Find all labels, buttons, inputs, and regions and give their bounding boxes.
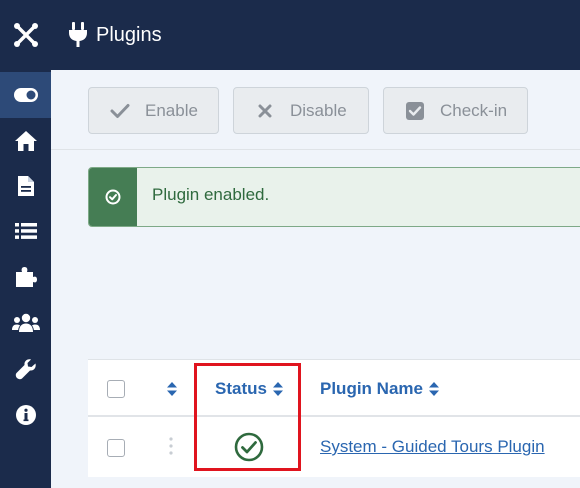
row-checkbox[interactable] (107, 439, 125, 457)
plugins-table: Status Plugin Name System - Guided Tours… (88, 359, 580, 477)
sidebar-item-help[interactable] (0, 392, 51, 438)
table-header: Status Plugin Name (88, 360, 580, 417)
plug-icon (69, 22, 87, 47)
select-all-checkbox[interactable] (107, 380, 125, 398)
wrench-icon (15, 359, 36, 380)
alert-icon-area (89, 168, 137, 226)
sidebar-item-home[interactable] (0, 118, 51, 164)
toolbar: Enable Disable Check-in (51, 70, 580, 150)
joomla-logo-icon[interactable] (0, 0, 51, 70)
close-icon (254, 101, 276, 121)
enable-button-label: Enable (145, 100, 198, 120)
info-icon (15, 405, 36, 425)
sort-icon (428, 381, 440, 397)
success-alert: Plugin enabled. (88, 167, 580, 227)
enable-button[interactable]: Enable (88, 87, 219, 134)
home-icon (14, 131, 37, 151)
file-icon (17, 176, 34, 196)
column-header-plugin-name-label: Plugin Name (320, 379, 423, 398)
checkbox-check-icon (404, 101, 426, 121)
sidebar-item-system[interactable] (0, 346, 51, 392)
sidebar-item-menus[interactable] (0, 208, 51, 254)
sidebar-item-components[interactable] (0, 254, 51, 300)
checkin-button-label: Check-in (440, 100, 508, 120)
users-icon (11, 313, 40, 332)
list-icon (14, 223, 37, 239)
disable-button[interactable]: Disable (233, 87, 369, 134)
sidebar-item-content[interactable] (0, 163, 51, 209)
checkin-button[interactable]: Check-in (383, 87, 528, 134)
sidebar-item-toggle-menu[interactable] (0, 72, 51, 118)
check-icon (109, 101, 131, 121)
table-row: System - Guided Tours Plugin (88, 419, 580, 477)
alert-message: Plugin enabled. (152, 185, 270, 204)
puzzle-icon (15, 267, 37, 287)
disable-button-label: Disable (290, 100, 347, 120)
page-header: Plugins (51, 0, 580, 70)
page-title: Plugins (96, 24, 162, 46)
plugin-name-link[interactable]: System - Guided Tours Plugin (320, 437, 545, 457)
sort-ordering-icon[interactable] (166, 381, 178, 397)
sidebar (0, 0, 51, 488)
status-highlight-box (194, 363, 301, 471)
toggle-icon (13, 88, 38, 102)
drag-handle-icon[interactable] (168, 436, 174, 456)
column-header-plugin-name[interactable]: Plugin Name (320, 379, 440, 399)
sidebar-item-users[interactable] (0, 300, 51, 346)
check-circle-icon (105, 189, 121, 205)
